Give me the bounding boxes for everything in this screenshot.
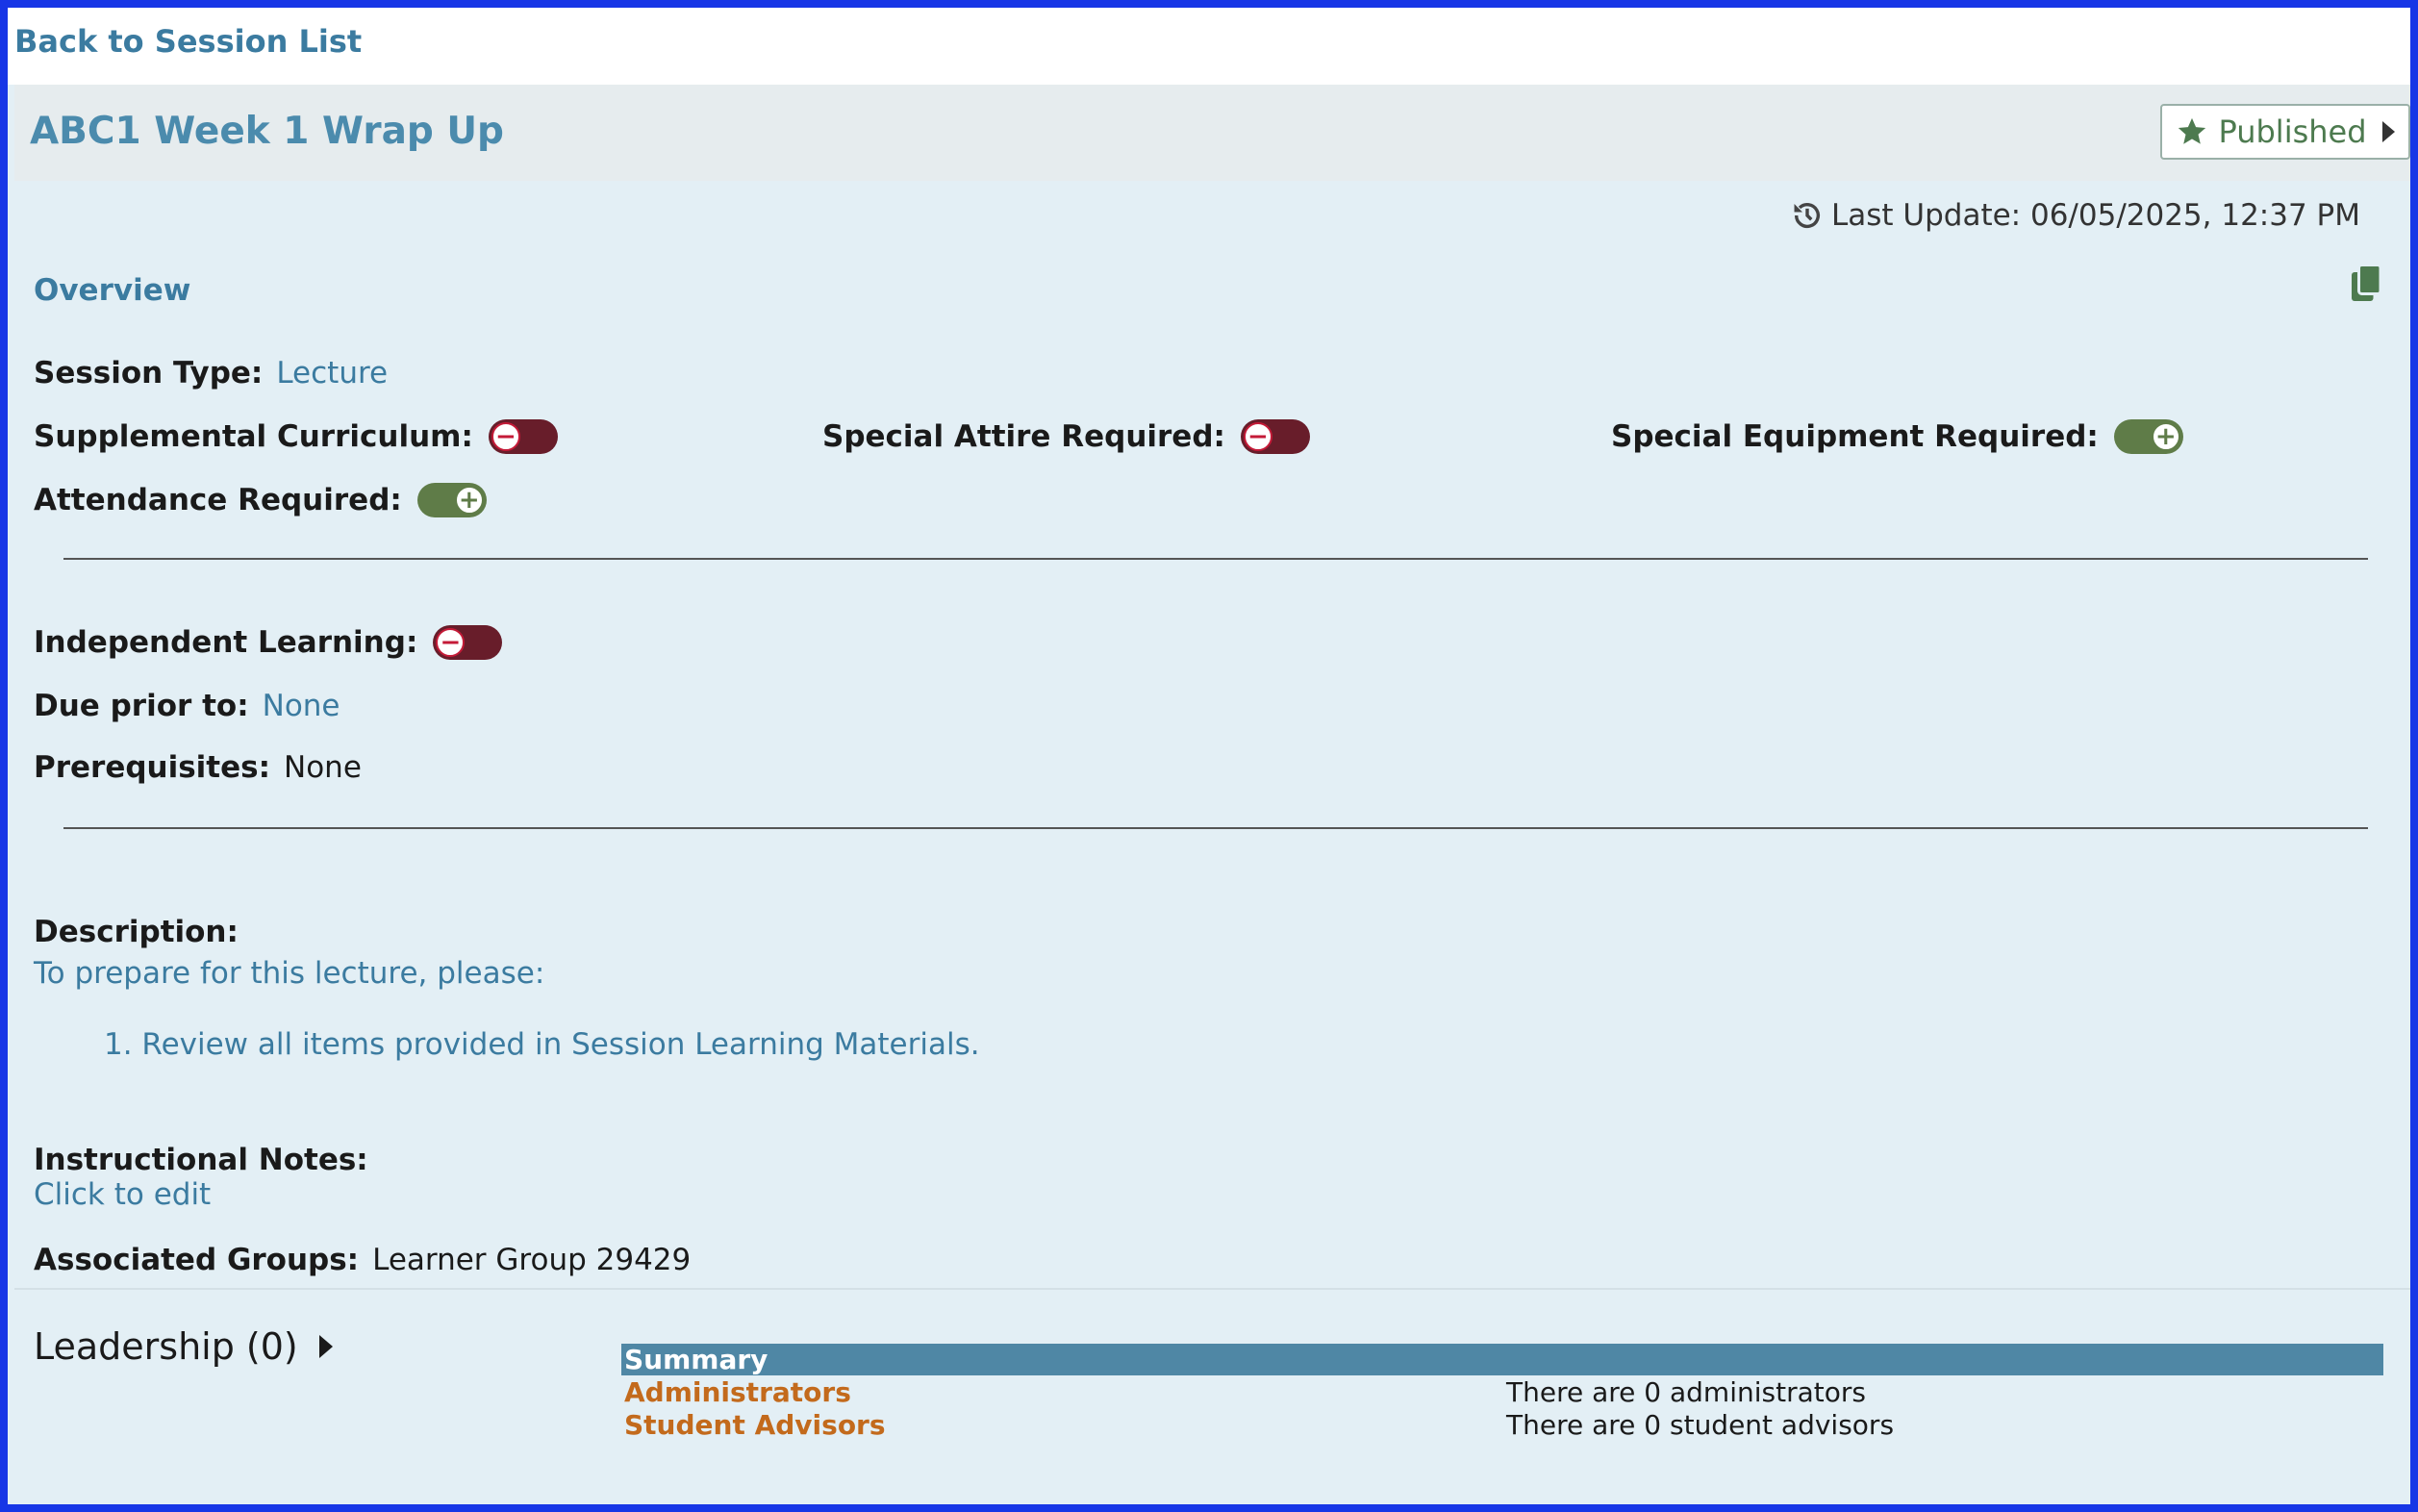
divider bbox=[63, 558, 2368, 560]
supplemental-curriculum-toggle[interactable]: − bbox=[488, 419, 558, 454]
due-prior-to-label: Due prior to: bbox=[34, 689, 249, 723]
description-label: Description: bbox=[34, 915, 239, 949]
special-attire-toggle[interactable]: − bbox=[1240, 419, 1310, 454]
associated-groups-field: Associated Groups: Learner Group 29429 bbox=[34, 1243, 691, 1277]
session-type-label: Session Type: bbox=[34, 356, 264, 391]
overview-title: Overview bbox=[34, 273, 191, 308]
administrators-info: There are 0 administrators bbox=[1506, 1375, 1866, 1408]
caret-right-icon bbox=[318, 1335, 333, 1358]
description-field: Description: bbox=[34, 915, 252, 949]
prerequisites-value: None bbox=[284, 750, 362, 785]
description-list-item[interactable]: 1. Review all items provided in Session … bbox=[104, 1027, 980, 1062]
session-type-field: Session Type: Lecture bbox=[34, 356, 388, 391]
star-icon bbox=[2179, 117, 2206, 144]
instructional-notes-label: Instructional Notes: bbox=[34, 1143, 368, 1177]
plus-icon: + bbox=[2151, 422, 2180, 451]
student-advisors-label: Student Advisors bbox=[624, 1408, 886, 1441]
special-attire-field: Special Attire Required: − bbox=[822, 419, 1310, 454]
minus-icon: − bbox=[1243, 422, 1272, 451]
associated-groups-value: Learner Group 29429 bbox=[372, 1243, 692, 1277]
independent-learning-field: Independent Learning: − bbox=[34, 625, 503, 660]
attendance-required-field: Attendance Required: + bbox=[34, 483, 487, 517]
prerequisites-label: Prerequisites: bbox=[34, 750, 271, 785]
instructional-notes-edit[interactable]: Click to edit bbox=[34, 1177, 211, 1212]
session-type-value[interactable]: Lecture bbox=[276, 356, 388, 391]
copy-icon[interactable] bbox=[2349, 263, 2383, 305]
administrators-label: Administrators bbox=[624, 1375, 851, 1408]
caret-right-icon bbox=[2381, 121, 2395, 142]
special-equipment-label: Special Equipment Required: bbox=[1611, 419, 2099, 454]
top-bar: Back to Session List bbox=[8, 8, 2410, 85]
table-row: Administrators There are 0 administrator… bbox=[621, 1375, 2383, 1408]
instructional-notes-field: Instructional Notes: bbox=[34, 1143, 382, 1177]
independent-learning-toggle[interactable]: − bbox=[433, 625, 503, 660]
supplemental-curriculum-label: Supplemental Curriculum: bbox=[34, 419, 473, 454]
published-label: Published bbox=[2218, 113, 2367, 150]
due-prior-to-field: Due prior to: None bbox=[34, 689, 340, 723]
special-attire-label: Special Attire Required: bbox=[822, 419, 1225, 454]
minus-icon: − bbox=[436, 628, 466, 657]
last-update-text: Last Update: 06/05/2025, 12:37 PM bbox=[1830, 198, 2360, 233]
last-update: Last Update: 06/05/2025, 12:37 PM bbox=[1791, 198, 2360, 233]
attendance-required-label: Attendance Required: bbox=[34, 483, 402, 517]
back-to-session-list-link[interactable]: Back to Session List bbox=[14, 23, 362, 60]
leadership-toggle[interactable]: Leadership (0) bbox=[34, 1325, 333, 1368]
history-icon bbox=[1794, 203, 1821, 228]
divider bbox=[63, 827, 2368, 829]
session-detail-panel: Back to Session List ABC1 Week 1 Wrap Up… bbox=[8, 8, 2410, 1504]
associated-groups-label: Associated Groups: bbox=[34, 1243, 360, 1277]
special-equipment-toggle[interactable]: + bbox=[2113, 419, 2183, 454]
minus-icon: − bbox=[491, 422, 520, 451]
section-divider bbox=[14, 1288, 2410, 1290]
table-row: Student Advisors There are 0 student adv… bbox=[621, 1408, 2383, 1441]
due-prior-to-value[interactable]: None bbox=[263, 689, 340, 723]
summary-header: Summary bbox=[621, 1344, 2383, 1375]
attendance-required-toggle[interactable]: + bbox=[416, 483, 487, 517]
leadership-title: Leadership (0) bbox=[34, 1325, 298, 1368]
description-intro[interactable]: To prepare for this lecture, please: bbox=[34, 956, 544, 991]
special-equipment-field: Special Equipment Required: + bbox=[1611, 419, 2183, 454]
published-button[interactable]: Published bbox=[2160, 104, 2410, 160]
plus-icon: + bbox=[454, 486, 484, 515]
supplemental-curriculum-field: Supplemental Curriculum: − bbox=[34, 419, 558, 454]
session-title[interactable]: ABC1 Week 1 Wrap Up bbox=[30, 110, 504, 153]
leadership-summary-table: Summary Administrators There are 0 admin… bbox=[621, 1344, 2383, 1441]
student-advisors-info: There are 0 student advisors bbox=[1506, 1408, 1895, 1441]
prerequisites-field: Prerequisites: None bbox=[34, 750, 362, 785]
independent-learning-label: Independent Learning: bbox=[34, 625, 418, 660]
session-header: ABC1 Week 1 Wrap Up Published bbox=[14, 85, 2410, 181]
